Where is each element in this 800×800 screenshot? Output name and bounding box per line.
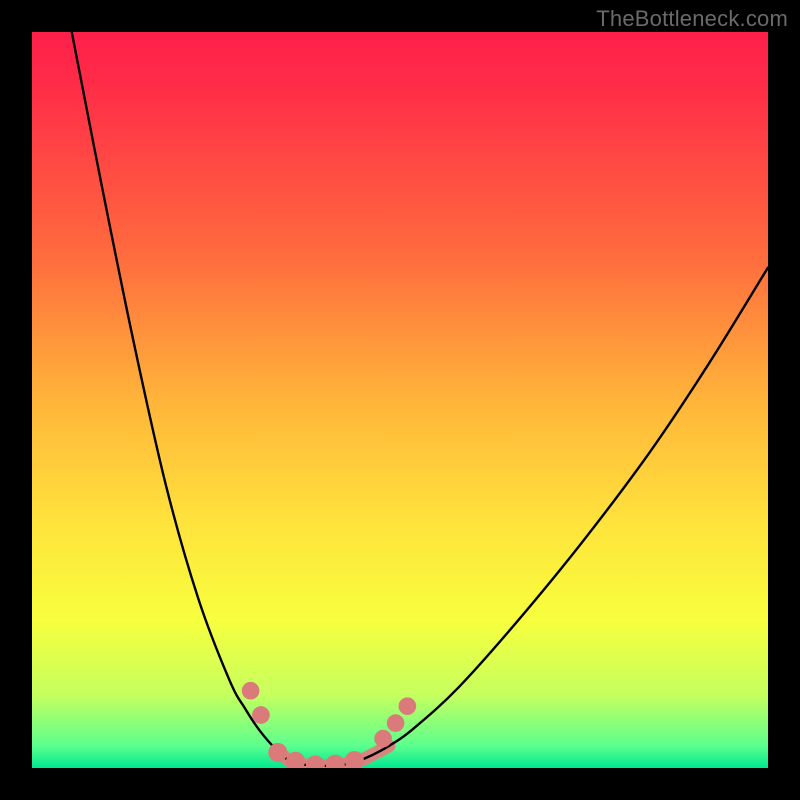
outer-frame: TheBottleneck.com [0, 0, 800, 800]
marker-right-tick-mid [387, 714, 405, 732]
marker-right-tick-upper [399, 697, 417, 715]
marker-valley-4 [326, 755, 345, 768]
marker-valley-1 [268, 743, 287, 762]
bottleneck-curve [72, 32, 768, 766]
plot-gradient-area [32, 32, 768, 768]
chart-svg [32, 32, 768, 768]
watermark-text: TheBottleneck.com [596, 6, 788, 32]
marker-left-tick-lower [252, 706, 270, 724]
marker-left-tick-upper [242, 682, 260, 700]
marker-right-tick-lower [374, 730, 392, 748]
marker-valley-3 [306, 755, 325, 768]
